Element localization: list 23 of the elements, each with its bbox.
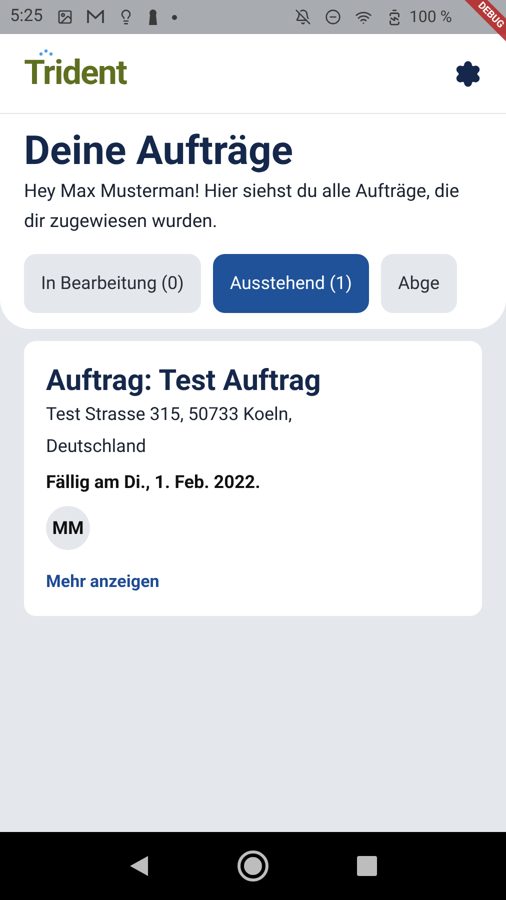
settings-icon[interactable] <box>454 60 482 88</box>
filter-tab[interactable]: Ausstehend (1) <box>212 254 370 313</box>
back-icon[interactable] <box>129 855 149 877</box>
due-date: Fällig am Di., 1. Feb. 2022. <box>46 471 262 496</box>
order-title: Auftrag: Test Auftrag <box>46 363 322 400</box>
keyhole-icon <box>148 8 158 26</box>
filter-tab[interactable]: Abge <box>381 254 457 313</box>
do-not-disturb-icon <box>325 9 342 25</box>
battery-percent: 100 % <box>409 6 452 28</box>
bell-off-icon <box>295 9 312 25</box>
status-time: 5:25 <box>10 5 43 28</box>
logo: Trident <box>24 53 126 93</box>
order-address: Test Strasse 315, 50733 Koeln, Deutschland <box>46 403 293 460</box>
mail-icon <box>86 10 104 24</box>
dot-icon <box>172 14 177 20</box>
image-icon <box>56 9 73 25</box>
filter-tab[interactable]: In Bearbeitung (0) <box>24 254 201 313</box>
show-more-link[interactable]: Mehr anzeigen <box>46 570 160 596</box>
page-subtitle: Hey Max Musterman! Hier siehst du alle Aufträge, die dir zugewiesen wurden. <box>24 179 460 234</box>
logo-dots-icon <box>38 48 54 56</box>
home-icon[interactable] <box>237 850 269 882</box>
page-title: Deine Aufträge <box>24 128 294 174</box>
assignee-avatar: MM <box>46 506 90 550</box>
